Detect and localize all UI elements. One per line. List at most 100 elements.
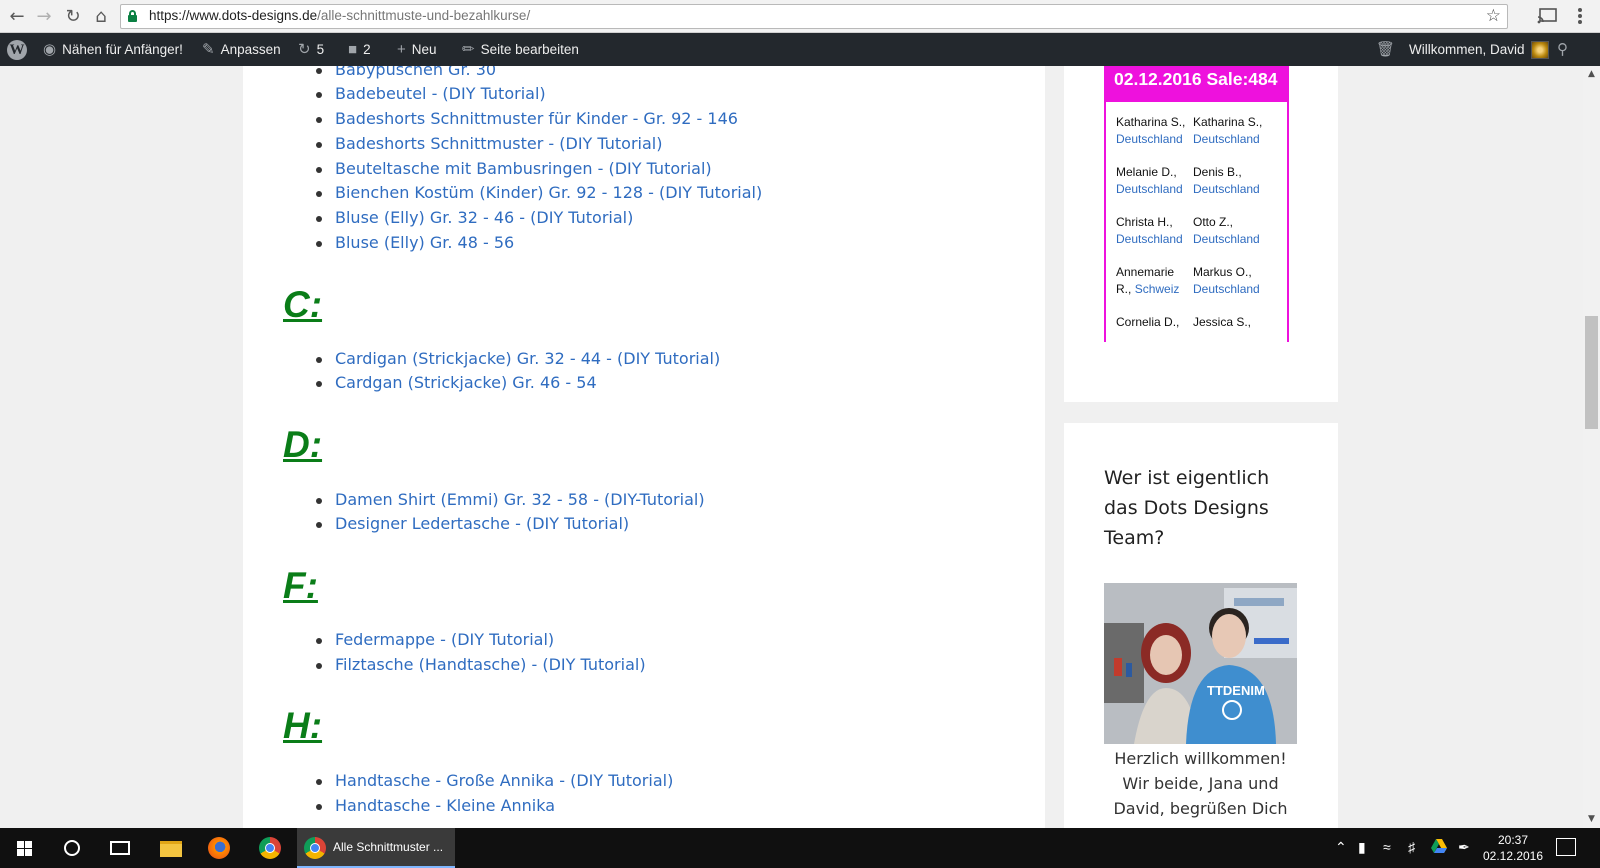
admin-new[interactable]: + Neu <box>397 33 437 66</box>
list-item-link[interactable]: Damen Shirt (Emmi) Gr. 32 - 58 - (DIY-Tu… <box>316 490 705 509</box>
comment-icon: ■ <box>348 41 358 58</box>
buyer-country[interactable]: Schweiz <box>1135 282 1180 296</box>
edit-page-label: Seite bearbeiten <box>480 42 579 57</box>
page-scrollbar[interactable]: ▲ ▼ <box>1583 66 1600 828</box>
list-item-link[interactable]: Cardgan (Strickjacke) Gr. 46 - 54 <box>316 373 597 392</box>
address-bar[interactable]: https://www.dots-designs.de/alle-schnitt… <box>120 4 1508 29</box>
pencil-icon: ✏ <box>462 41 475 58</box>
buyer-country[interactable]: Deutschland <box>1116 182 1183 196</box>
task-view-button[interactable] <box>96 828 144 868</box>
buyer-entry: Jessica S., <box>1193 314 1269 331</box>
buyer-entry: Cornelia D., <box>1116 314 1192 331</box>
firefox-button[interactable] <box>196 828 244 868</box>
forward-button[interactable]: → <box>32 5 56 29</box>
admin-edit-page[interactable]: ✏ Seite bearbeiten <box>462 33 579 66</box>
buyer-entry: Christa H., Deutschland <box>1116 214 1192 248</box>
wifi-icon[interactable]: ≈ <box>1383 839 1391 855</box>
admin-site-name[interactable]: ◉ Nähen für Anfänger! <box>43 33 183 66</box>
scroll-up-arrow-icon[interactable]: ▲ <box>1583 66 1600 83</box>
buyer-name: Jessica S., <box>1193 315 1252 329</box>
section-heading-c: C: <box>283 284 323 325</box>
section-heading-h: H: <box>283 705 323 746</box>
action-center-icon[interactable] <box>1556 838 1576 856</box>
wordpress-logo-icon[interactable]: W <box>7 40 27 60</box>
list-item-link[interactable]: Bluse (Elly) Gr. 32 - 46 - (DIY Tutorial… <box>315 208 633 227</box>
windows-logo-icon <box>17 841 32 856</box>
firefox-icon <box>208 837 230 859</box>
buyer-country[interactable]: Deutschland <box>1193 232 1260 246</box>
start-button[interactable] <box>0 828 48 868</box>
buyer-country[interactable]: Deutschland <box>1116 232 1183 246</box>
buyer-country[interactable]: Deutschland <box>1193 282 1260 296</box>
browser-toolbar: ← → ↻ ⌂ https://www.dots-designs.de/alle… <box>0 0 1600 33</box>
system-clock[interactable]: 20:37 02.12.2016 <box>1478 832 1548 864</box>
section-heading-d: D: <box>283 424 323 465</box>
cast-icon[interactable] <box>1537 6 1559 26</box>
list-item-link[interactable]: Babypuschen Gr. 30 <box>315 66 496 79</box>
brush-icon: ✎ <box>202 41 215 58</box>
list-item-link[interactable]: Badeshorts Schnittmuster für Kinder - Gr… <box>316 109 738 128</box>
site-name-label: Nähen für Anfänger! <box>62 42 183 57</box>
list-item-link[interactable]: Cardigan (Strickjacke) Gr. 32 - 44 - (DI… <box>315 349 720 368</box>
welcome-label: Willkommen, David <box>1409 42 1525 57</box>
volume-muted-icon[interactable]: ♯ <box>1408 839 1415 855</box>
browser-menu-icon[interactable] <box>1575 6 1585 26</box>
cortana-search-button[interactable] <box>48 828 96 868</box>
customize-label: Anpassen <box>220 42 281 57</box>
list-item-link[interactable]: Federmappe - (DIY Tutorial) <box>315 630 554 649</box>
sale-box: 02.12.2016 Sale:484 Katharina S., Deutsc… <box>1104 66 1289 342</box>
list-item-link[interactable]: Filztasche (Handtasche) - (DIY Tutorial) <box>316 655 646 674</box>
admin-customize[interactable]: ✎ Anpassen <box>202 33 281 66</box>
buyer-name: Markus O., <box>1193 265 1252 279</box>
list-item-link[interactable]: Bluse (Elly) Gr. 48 - 56 <box>315 233 514 252</box>
buyer-entry: Katharina S., Deutschland <box>1116 114 1192 148</box>
file-explorer-button[interactable] <box>148 828 196 868</box>
admin-trash[interactable]: 🗑 <box>1376 33 1401 66</box>
buyer-entry: Otto Z., Deutschland <box>1193 214 1269 248</box>
list-item-link[interactable]: Designer Ledertasche - (DIY Tutorial) <box>315 514 629 533</box>
buyer-entry: Annemarie R., Schweiz <box>1116 264 1192 298</box>
sale-widget: 02.12.2016 Sale:484 Katharina S., Deutsc… <box>1064 66 1338 402</box>
buyer-entry: Katharina S., Deutschland <box>1193 114 1269 148</box>
list-item-link[interactable]: Handtasche - Große Annika - (DIY Tutoria… <box>315 771 673 790</box>
section-heading-f: F: <box>283 565 318 606</box>
bookmark-star-icon[interactable]: ☆ <box>1486 6 1501 26</box>
buyer-country[interactable]: Deutschland <box>1193 132 1260 146</box>
admin-comments[interactable]: ■ 2 <box>348 33 371 66</box>
wp-admin-bar: W ◉ Nähen für Anfänger! ✎ Anpassen ↻ 5 ■ 2 +… <box>0 33 1600 66</box>
active-chrome-task[interactable]: Alle Schnittmuster ... <box>297 828 455 868</box>
back-button[interactable]: ← <box>5 5 29 29</box>
buyer-name: Christa H., <box>1116 215 1173 229</box>
svg-text:TTDENIM: TTDENIM <box>1207 683 1265 698</box>
chrome-button[interactable] <box>246 828 294 868</box>
scrollbar-thumb[interactable] <box>1585 316 1598 429</box>
home-button[interactable]: ⌂ <box>89 5 113 29</box>
plus-icon: + <box>397 41 406 58</box>
sale-title: 02.12.2016 Sale:484 <box>1106 66 1287 102</box>
pen-icon[interactable]: ✒ <box>1458 839 1470 856</box>
buyer-country[interactable]: Deutschland <box>1193 182 1260 196</box>
circle-icon <box>64 840 80 856</box>
windows-taskbar: Alle Schnittmuster ... ⌃ ▮ ≈ ♯ ✒ 20:37 0… <box>0 828 1600 868</box>
list-item-link[interactable]: Badebeutel - (DIY Tutorial) <box>316 84 546 103</box>
admin-account[interactable]: Willkommen, David <box>1409 33 1549 66</box>
buyer-name: Katharina S., <box>1116 115 1186 129</box>
buyer-name: Melanie D., <box>1116 165 1177 179</box>
url-text[interactable]: https://www.dots-designs.de/alle-schnitt… <box>149 8 530 23</box>
buyer-country[interactable]: Deutschland <box>1116 132 1183 146</box>
list-item-link[interactable]: Badeshorts Schnittmuster - (DIY Tutorial… <box>315 134 662 153</box>
admin-updates[interactable]: ↻ 5 <box>298 33 324 66</box>
main-content: Babypuschen Gr. 30 Badebeutel - (DIY Tut… <box>243 66 1045 828</box>
new-label: Neu <box>411 42 437 57</box>
list-item-link[interactable]: Handtasche - Kleine Annika <box>315 796 555 815</box>
list-item-link[interactable]: Beuteltasche mit Bambusringen - (DIY Tut… <box>316 159 712 178</box>
reload-button[interactable]: ↻ <box>61 5 85 29</box>
scroll-down-arrow-icon[interactable]: ▼ <box>1583 811 1600 828</box>
google-drive-icon[interactable] <box>1431 839 1447 853</box>
admin-search[interactable]: ⚲ <box>1557 33 1574 66</box>
chrome-icon <box>259 837 281 859</box>
tray-chevron-icon[interactable]: ⌃ <box>1335 839 1347 856</box>
battery-icon[interactable]: ▮ <box>1358 839 1366 856</box>
team-widget: Wer ist eigentlich das Dots Designs Team… <box>1064 423 1338 828</box>
list-item-link[interactable]: Bienchen Kostüm (Kinder) Gr. 92 - 128 - … <box>315 183 762 202</box>
